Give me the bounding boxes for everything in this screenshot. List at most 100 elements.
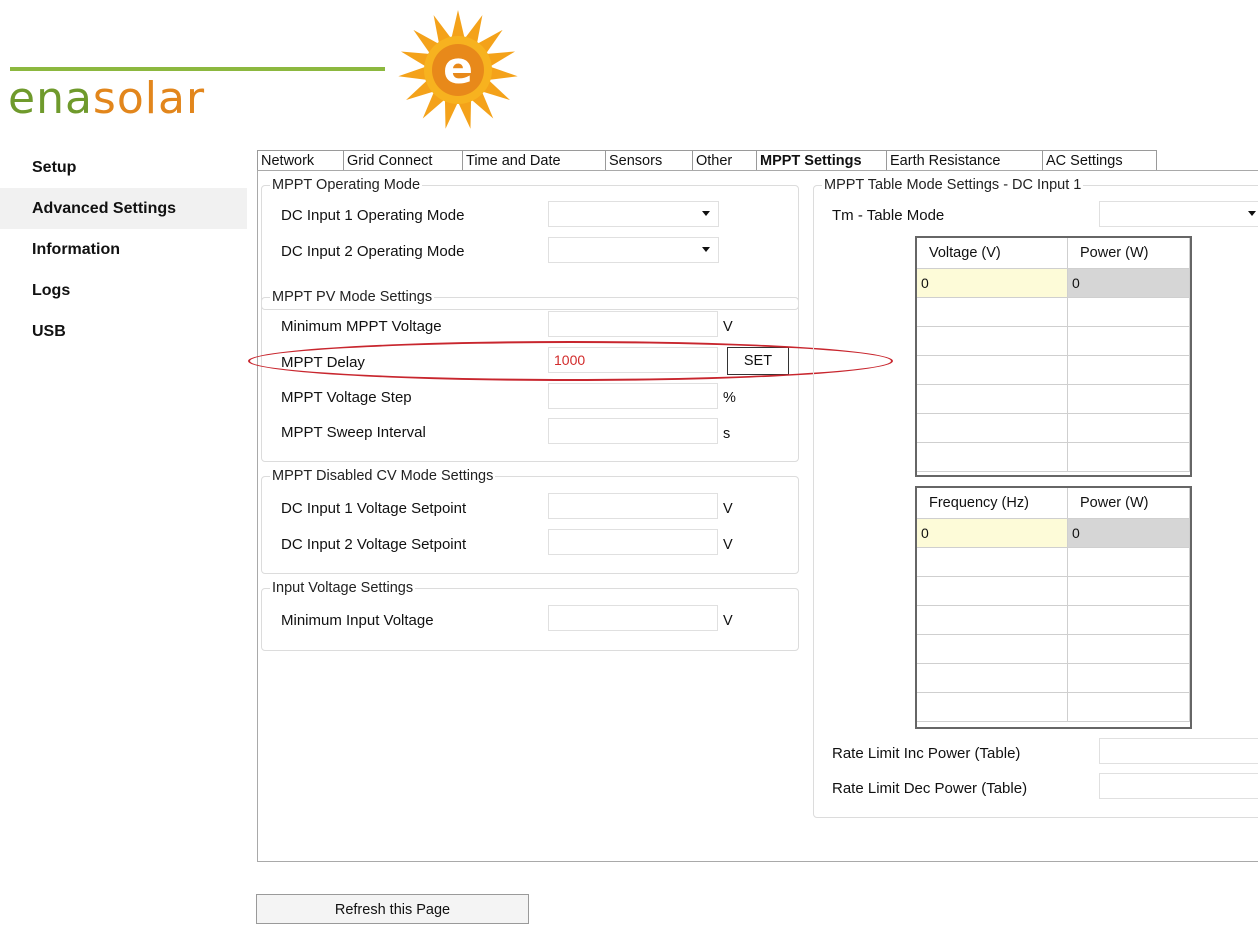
min-input-voltage-label: Minimum Input Voltage (281, 612, 434, 629)
table-cell[interactable] (917, 384, 1068, 414)
table-cell[interactable] (1067, 634, 1190, 664)
table-cell[interactable] (917, 442, 1068, 472)
dc2-voltage-setpoint-label: DC Input 2 Voltage Setpoint (281, 536, 467, 553)
table-row (917, 634, 1190, 664)
tab-mppt-settings[interactable]: MPPT Settings (756, 150, 887, 171)
logo-text-part2: solar (92, 73, 206, 124)
table-cell[interactable] (1067, 355, 1190, 385)
group-title: MPPT Disabled CV Mode Settings (272, 468, 494, 484)
table-cell[interactable] (917, 547, 1068, 577)
table-row (917, 442, 1190, 472)
tab-sensors[interactable]: Sensors (605, 150, 693, 171)
logo-text-part1: ena (8, 73, 93, 124)
dc1-operating-mode-select[interactable] (548, 201, 719, 227)
refresh-page-button[interactable]: Refresh this Page (256, 894, 529, 924)
dc1-voltage-setpoint-input[interactable] (548, 493, 718, 519)
brand-logo: enasolar (8, 74, 205, 124)
dc1-voltage-setpoint-label: DC Input 1 Voltage Setpoint (281, 500, 467, 517)
table-mode-label: Tm - Table Mode (832, 207, 945, 224)
unit-label: % (723, 390, 736, 406)
table-cell[interactable] (1067, 547, 1190, 577)
table-cell[interactable] (917, 663, 1068, 693)
table-row: 00 (917, 268, 1190, 298)
sidebar-item-information[interactable]: Information (32, 241, 120, 259)
group-title: Input Voltage Settings (272, 580, 414, 596)
sidebar-item-usb[interactable]: USB (32, 323, 66, 341)
dc2-operating-mode-label: DC Input 2 Operating Mode (281, 243, 465, 260)
min-mppt-voltage-input[interactable] (548, 311, 718, 337)
table-cell[interactable] (1067, 576, 1190, 606)
column-header: Voltage (V) (917, 238, 1068, 269)
tab-earth-resistance[interactable]: Earth Resistance (886, 150, 1043, 171)
table-row (917, 297, 1190, 327)
table-cell[interactable] (917, 413, 1068, 443)
group-cv-mode: MPPT Disabled CV Mode Settings (261, 468, 799, 574)
column-header: Power (W) (1067, 488, 1190, 519)
column-header: Frequency (Hz) (917, 488, 1068, 519)
table-header-row: Voltage (V) Power (W) (917, 238, 1190, 269)
dc2-operating-mode-select[interactable] (548, 237, 719, 263)
table-row (917, 547, 1190, 577)
dc2-voltage-setpoint-input[interactable] (548, 529, 718, 555)
table-cell[interactable] (1067, 297, 1190, 327)
unit-label: V (723, 501, 733, 517)
annotation-ellipse (248, 341, 893, 381)
unit-label: V (723, 319, 733, 335)
table-cell[interactable] (1067, 605, 1190, 635)
sidebar-item-advanced-settings[interactable]: Advanced Settings (32, 200, 176, 218)
tab-time-and-date[interactable]: Time and Date (462, 150, 606, 171)
table-cell[interactable] (1067, 442, 1190, 472)
mppt-sweep-interval-label: MPPT Sweep Interval (281, 424, 426, 441)
mppt-sweep-interval-input[interactable] (548, 418, 718, 444)
tab-ac-settings[interactable]: AC Settings (1042, 150, 1157, 171)
rate-limit-inc-label: Rate Limit Inc Power (Table) (832, 745, 1021, 762)
rate-limit-dec-input[interactable] (1099, 773, 1258, 799)
mppt-voltage-step-label: MPPT Voltage Step (281, 389, 412, 406)
table-cell[interactable] (917, 326, 1068, 356)
sun-logo-icon: e (398, 10, 518, 129)
table-cell[interactable] (917, 605, 1068, 635)
rate-limit-inc-input[interactable] (1099, 738, 1258, 764)
table-cell[interactable] (917, 634, 1068, 664)
table-cell[interactable] (1067, 326, 1190, 356)
min-input-voltage-input[interactable] (548, 605, 718, 631)
table-cell[interactable]: 0 (917, 268, 1068, 298)
table-row: 00 (917, 518, 1190, 548)
tab-other[interactable]: Other (692, 150, 757, 171)
table-cell[interactable]: 0 (1067, 268, 1190, 298)
min-mppt-voltage-label: Minimum MPPT Voltage (281, 318, 442, 335)
table-cell[interactable]: 0 (1067, 518, 1190, 548)
tab-grid-connect[interactable]: Grid Connect (343, 150, 463, 171)
voltage-power-table: Voltage (V) Power (W) 00 (915, 236, 1192, 477)
table-cell[interactable] (1067, 663, 1190, 693)
table-row (917, 355, 1190, 385)
sidebar-item-setup[interactable]: Setup (32, 159, 76, 177)
table-mode-select[interactable] (1099, 201, 1258, 227)
table-header-row: Frequency (Hz) Power (W) (917, 488, 1190, 519)
table-cell[interactable]: 0 (917, 518, 1068, 548)
group-title: MPPT Table Mode Settings - DC Input 1 (824, 177, 1082, 193)
table-cell[interactable] (1067, 692, 1190, 722)
table-cell[interactable] (917, 355, 1068, 385)
table-row (917, 384, 1190, 414)
table-cell[interactable] (1067, 413, 1190, 443)
unit-label: V (723, 613, 733, 629)
unit-label: s (723, 426, 731, 442)
rate-limit-dec-label: Rate Limit Dec Power (Table) (832, 780, 1028, 797)
column-header: Power (W) (1067, 238, 1190, 269)
chevron-down-icon (1248, 211, 1256, 216)
table-cell[interactable] (917, 692, 1068, 722)
mppt-voltage-step-input[interactable] (548, 383, 718, 409)
tab-network[interactable]: Network (257, 150, 344, 171)
tab-bar: Network Grid Connect Time and Date Senso… (257, 150, 1157, 171)
table-cell[interactable] (917, 297, 1068, 327)
table-row (917, 605, 1190, 635)
chevron-down-icon (702, 247, 710, 252)
dc1-operating-mode-label: DC Input 1 Operating Mode (281, 207, 465, 224)
logo-rule (10, 67, 385, 71)
table-cell[interactable] (917, 576, 1068, 606)
frequency-power-table: Frequency (Hz) Power (W) 00 (915, 486, 1192, 729)
table-cell[interactable] (1067, 384, 1190, 414)
sidebar-item-logs[interactable]: Logs (32, 282, 70, 300)
group-title: MPPT PV Mode Settings (272, 289, 433, 305)
